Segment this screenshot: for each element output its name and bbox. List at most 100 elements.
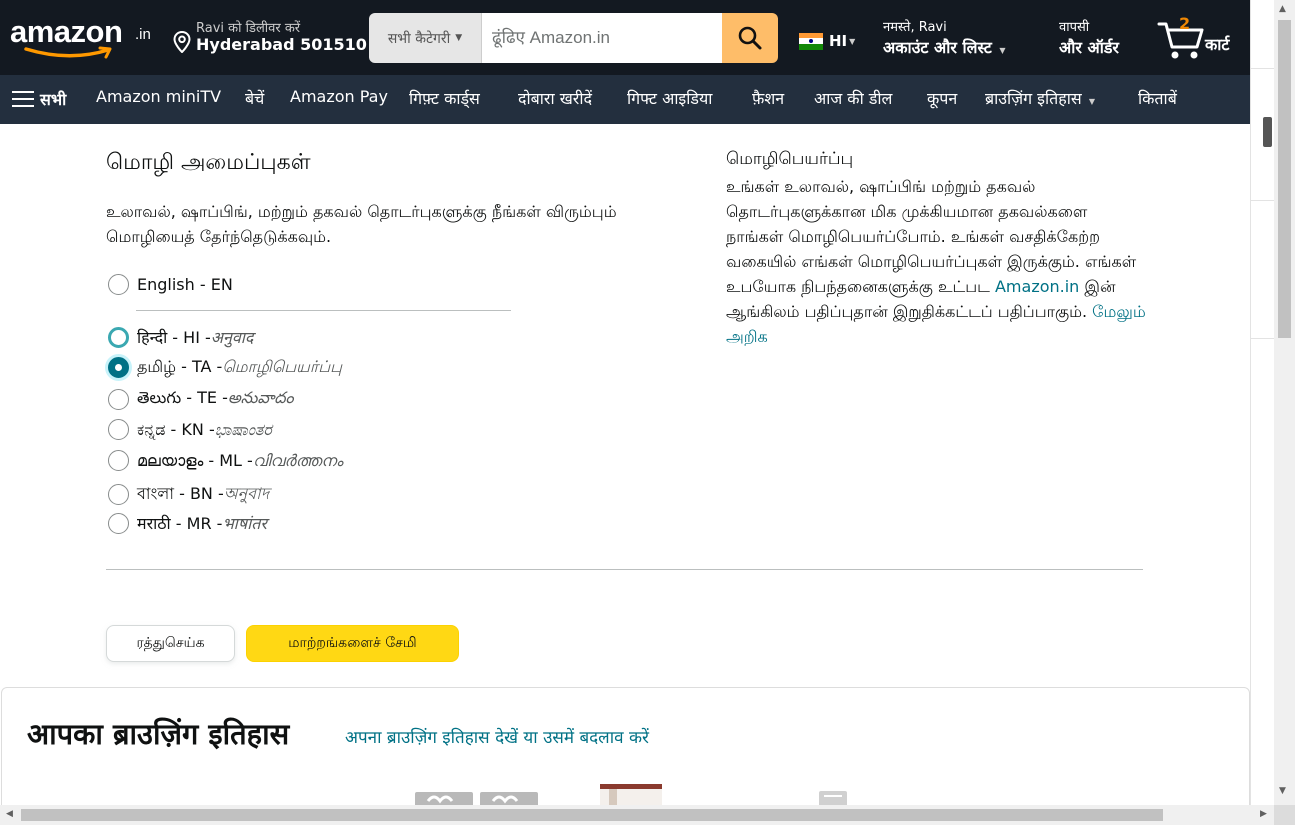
nav-link-gift-cards[interactable]: गिफ़्ट कार्ड्स [409, 87, 480, 109]
translation-info-body: உங்கள் உலாவல், ஷாப்பிங் மற்றும் தகவல் தொ… [726, 174, 1146, 349]
account-label: अकाउंट और लिस्ट ▼ [883, 36, 1006, 58]
account-and-lists[interactable]: नमस्ते, Ravi अकाउंट और लिस्ट ▼ [883, 17, 1006, 58]
language-option-translation: ಭಾಷಾಂತರ [214, 419, 272, 439]
remote-icon [1263, 117, 1272, 147]
language-option-te[interactable]: తెలుగు - TE - అనువాదం [108, 388, 294, 411]
vertical-scrollbar[interactable]: ▲ ▼ [1274, 0, 1295, 805]
account-greeting: नमस्ते, Ravi [883, 20, 947, 35]
returns-label: वापसी [1059, 20, 1090, 35]
nav-link-coupons[interactable]: कूपन [927, 87, 957, 109]
language-option-translation: অনুবাদ [223, 484, 270, 503]
browsing-history-link[interactable]: अपना ब्राउज़िंग इतिहास देखें या उसमें बद… [345, 725, 649, 748]
horizontal-scroll-thumb[interactable] [21, 809, 1163, 821]
language-code: HI [829, 32, 848, 50]
language-option-en[interactable]: English - EN [108, 274, 233, 295]
divider [106, 569, 1143, 570]
language-option-label: বাংলা - BN - [137, 484, 224, 503]
language-option-translation: అనువాదం [227, 388, 294, 407]
caret-down-icon: ▼ [455, 33, 463, 43]
radio-button[interactable] [108, 274, 129, 295]
radio-button[interactable] [108, 326, 129, 348]
orders-label: और ऑर्डर [1059, 38, 1119, 57]
language-option-translation: വിവർത്തനം [252, 450, 343, 470]
translation-info-title: மொழிபெயர்ப்பு [726, 149, 854, 169]
nav-link-fashion[interactable]: फ़ैशन [752, 87, 784, 109]
language-option-translation: மொழிபெயர்ப்பு [222, 357, 343, 376]
language-option-translation: भाषांतर [222, 514, 267, 533]
search-icon [738, 26, 762, 50]
language-selector[interactable]: HI ▼ [799, 32, 855, 50]
radio-button[interactable] [108, 512, 129, 534]
language-option-label: हिन्दी - HI - [137, 328, 211, 347]
smile-arrow-icon [24, 46, 112, 59]
language-option-label: தமிழ் - TA - [137, 357, 223, 376]
cart-button[interactable]: 2 कार्ट [1157, 14, 1247, 64]
scroll-up-arrow-icon[interactable]: ▲ [1279, 4, 1286, 14]
language-option-label: ಕನ್ನಡ - KN - [137, 419, 215, 439]
nav-link-amazon-pay[interactable]: Amazon Pay [290, 87, 388, 106]
product-thumbnail[interactable] [597, 784, 665, 806]
radio-button[interactable] [108, 419, 129, 440]
language-option-bn[interactable]: বাংলা - BN - অনুবাদ [108, 481, 269, 508]
all-menu-button[interactable]: सभी [12, 88, 66, 110]
all-menu-label: सभी [40, 90, 67, 109]
page-title: மொழி அமைப்புகள் [106, 150, 311, 175]
account-label-text: अकाउंट और लिस्ट [883, 38, 992, 57]
nav-link-todays-deals[interactable]: आज की डील [814, 87, 892, 109]
location-pin-icon [173, 31, 191, 53]
language-option-label: English - EN [137, 275, 233, 294]
nav-link-buy-again[interactable]: दोबारा खरीदें [518, 87, 592, 109]
cart-count: 2 [1179, 14, 1191, 33]
scroll-left-arrow-icon[interactable]: ◀ [6, 809, 13, 819]
deliver-to-label: Ravi को डिलीवर करें [196, 21, 301, 36]
nav-link-gift-ideas[interactable]: गिफ्ट आइडिया [627, 87, 712, 109]
scrollbar-corner [1274, 805, 1295, 825]
nav-link-browsing-history[interactable]: ब्राउज़िंग इतिहास ▼ [985, 87, 1095, 109]
language-option-kn[interactable]: ಕನ್ನಡ - KN - ಭಾಷಾಂತರ [108, 419, 272, 440]
logo-suffix: .in [135, 26, 151, 43]
secondary-nav-bar: सभी Amazon miniTV बेचें Amazon Pay गिफ़्… [0, 75, 1250, 124]
india-flag-icon [799, 32, 823, 50]
language-option-ml[interactable]: മലയാളം - ML - വിവർത്തനം [108, 450, 343, 471]
language-option-hi[interactable]: हिन्दी - HI - अनुवाद [108, 326, 253, 348]
scroll-right-arrow-icon[interactable]: ▶ [1260, 809, 1267, 819]
search-button[interactable] [722, 13, 778, 63]
search-category-label: सभी कैटेगरी [387, 30, 451, 47]
nav-link-browsing-history-label: ब्राउज़िंग इतिहास [985, 89, 1082, 108]
top-nav-bar: amazon .in Ravi को डिलीवर करें Hyderabad… [0, 0, 1250, 75]
nav-link-sell[interactable]: बेचें [245, 87, 264, 109]
language-option-translation: अनुवाद [210, 328, 254, 347]
amazon-in-link[interactable]: Amazon.in [995, 277, 1079, 296]
language-option-label: मराठी - MR - [137, 514, 223, 533]
caret-down-icon: ▼ [1088, 97, 1095, 106]
radio-button-selected[interactable] [108, 357, 129, 378]
side-panel [1250, 0, 1275, 805]
language-option-label: తెలుగు - TE - [137, 388, 228, 407]
settings-description: உலாவல், ஷாப்பிங், மற்றும் தகவல் தொடர்புக… [106, 202, 617, 246]
amazon-language-settings-page: amazon .in Ravi को डिलीवर करें Hyderabad… [0, 0, 1295, 825]
save-changes-button[interactable]: மாற்றங்களைச் சேமி [246, 625, 459, 662]
vertical-scroll-thumb[interactable] [1278, 20, 1291, 338]
divider [136, 310, 511, 311]
radio-button[interactable] [108, 450, 129, 471]
nav-link-books[interactable]: किताबें [1138, 87, 1177, 109]
caret-down-icon: ▼ [849, 36, 856, 46]
browsing-history-title: आपका ब्राउज़िंग इतिहास [27, 717, 290, 751]
cart-label: कार्ट [1205, 35, 1230, 54]
language-option-label: മലയാളം - ML - [137, 450, 253, 470]
scroll-down-arrow-icon[interactable]: ▼ [1279, 786, 1286, 796]
radio-button[interactable] [108, 389, 129, 410]
search-bar: सभी कैटेगरी ▼ [369, 13, 778, 63]
nav-link-minitv[interactable]: Amazon miniTV [96, 87, 221, 106]
returns-and-orders[interactable]: वापसी और ऑर्डर [1059, 17, 1119, 58]
amazon-logo[interactable]: amazon .in [10, 14, 155, 62]
language-option-mr[interactable]: मराठी - MR - भाषांतर [108, 512, 267, 534]
caret-down-icon: ▼ [999, 46, 1006, 55]
radio-button[interactable] [108, 484, 129, 505]
search-category-dropdown[interactable]: सभी कैटेगरी ▼ [369, 13, 482, 63]
horizontal-scrollbar[interactable]: ◀ ▶ [0, 805, 1274, 825]
deliver-location: Hyderabad 501510 [196, 35, 367, 54]
language-option-ta[interactable]: தமிழ் - TA - மொழிபெயர்ப்பு [108, 357, 342, 378]
cancel-button[interactable]: ரத்துசெய்க [106, 625, 235, 662]
search-input[interactable] [482, 13, 722, 63]
